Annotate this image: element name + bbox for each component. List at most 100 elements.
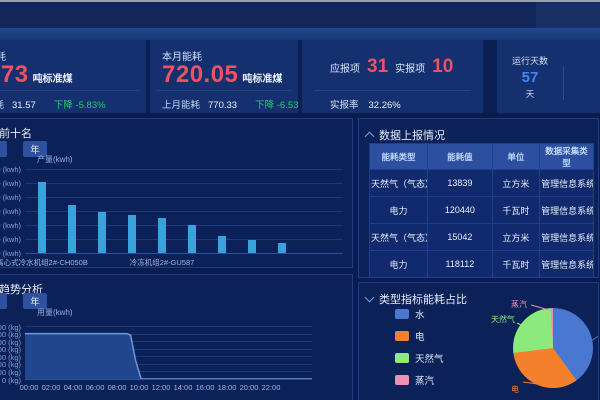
collapse-chevron-icon[interactable] [365,132,375,142]
today-energy-value: 29.73 [0,61,29,88]
table-cell: 118112 [428,251,493,278]
x-axis-label: 冷冻机组2#-GU587 [130,257,195,268]
legend-swatch [395,309,409,319]
trend-area-chart[interactable]: 0 (kg)1,000 (kg)2,000 (kg)3,000 (kg)4,00… [25,326,312,379]
month-trend: 下降 -6.53% [255,100,298,111]
month-energy-prev-row: 上月能耗 770.33 下降 -6.53% [162,97,298,111]
table-cell: 管理信息系统 [540,251,594,278]
legend-item-电[interactable]: 电 [395,329,444,343]
pie-callout-electric: 电 [511,384,519,395]
legend-swatch [395,353,409,363]
legend-swatch [395,375,409,385]
card-divider [0,90,140,91]
today-energy-unit: 吨标准煤 [33,74,73,85]
energy-rank-title: 能耗排名前十名 [0,125,32,141]
bar-9[interactable] [278,243,286,253]
legend-label: 水 [415,307,425,321]
running-days-value: 57 [522,69,539,86]
prev-day-value: 31.57 [12,100,36,111]
running-days-block: 运行天数 57 天 [497,40,563,113]
bar-3[interactable] [98,212,106,253]
stat-card-running-days: 运行天数 57 天 [497,40,600,113]
period-button-partial[interactable] [0,293,7,309]
y-axis-tick: 7,000 (kg) [0,323,21,332]
pie-legend: 水电天然气蒸汽 [395,307,444,387]
table-row[interactable]: 电力118112千瓦时管理信息系统 [370,251,594,278]
panel-energy-trend: 能耗趋势分析 年 用量(kwh) 0 (kg)1,000 (kg)2,000 (… [0,274,353,400]
card-divider [314,90,471,91]
gridline [25,183,343,184]
rank-bar-chart[interactable]: 0 (kwh)10,000 (kwh)20,000 (kwh)30,000 (k… [25,169,343,253]
y-axis-tick: 30,000 (kwh) [0,207,21,216]
table-row[interactable]: 电力120440千瓦时管理信息系统 [370,197,594,224]
legend-item-天然气[interactable]: 天然气 [395,351,444,365]
time-axis-label: 22:00 [262,383,281,392]
gridline [25,253,343,254]
panel-type-share: 类型指标能耗占比 水电天然气蒸汽 蒸汽 天然气 电 [358,282,599,400]
time-axis-label: 20:00 [240,383,259,392]
time-axis-label: 14:00 [174,383,193,392]
running-days-unit: 天 [526,88,535,100]
table-cell: 天然气（气态） [370,224,428,251]
table-row[interactable]: 天然气（气态）15042立方米管理信息系统 [370,224,594,251]
trend-area-svg [25,326,312,379]
table-cell: 天然气（气态） [370,170,428,197]
pie-chart[interactable] [513,308,593,388]
bar-7[interactable] [218,236,226,253]
today-trend: 下降 -5.83% [54,100,106,111]
legend-item-蒸汽[interactable]: 蒸汽 [395,373,444,387]
done-items-label: 实报项 [395,60,425,75]
dashboard-screen: 本日能耗 29.73吨标准煤 上日能耗31.57下降 -5.83% 本月能耗 7… [0,0,600,400]
period-button-partial[interactable] [0,141,7,157]
table-cell: 电力 [370,251,428,278]
panel-data-report: 数据上报情况 能耗类型能耗值单位数据采集类型天然气（气态）13839立方米管理信… [358,118,599,278]
due-items-label: 应报项 [330,60,360,75]
time-axis-label: 12:00 [152,383,171,392]
collapse-chevron-icon[interactable] [365,293,375,303]
table-cell: 15042 [428,224,493,251]
time-axis-label: 00:00 [20,383,39,392]
month-energy-value-row: 720.05吨标准煤 [162,61,282,89]
sub-header-band [0,28,600,40]
time-axis-label: 08:00 [108,383,127,392]
table-header-cell: 能耗值 [428,144,493,170]
bar-8[interactable] [248,240,256,253]
top-header-band [0,2,600,28]
legend-label: 蒸汽 [415,373,434,387]
legend-item-水[interactable]: 水 [395,307,444,321]
prev-month-value: 770.33 [208,100,237,111]
table-cell: 千瓦时 [492,197,539,224]
table-cell: 立方米 [492,170,539,197]
time-axis-label: 04:00 [64,383,83,392]
time-axis-label: 02:00 [42,383,61,392]
report-counts-row: 应报项 31 实报项 10 [330,56,453,78]
today-energy-prev-row: 上日能耗31.57下降 -5.83% [0,97,106,111]
done-items-value: 10 [432,56,453,78]
type-share-title: 类型指标能耗占比 [379,291,467,307]
report-rate-row: 实报率32.26% [330,97,401,111]
stats-row: 本日能耗 29.73吨标准煤 上日能耗31.57下降 -5.83% 本月能耗 7… [0,40,600,113]
table-header-row: 能耗类型能耗值单位数据采集类型 [370,144,594,170]
table-cell: 管理信息系统 [540,197,594,224]
pie-callout-gas: 天然气 [491,314,515,325]
bar-6[interactable] [188,225,196,253]
month-energy-value: 720.05 [162,61,238,88]
stat-card-report-items: 应报项 31 实报项 10 实报率32.26% [302,40,483,113]
table-row[interactable]: 天然气（气态）13839立方米管理信息系统 [370,170,594,197]
report-rate-label: 实报率 [330,100,359,111]
prev-month-label: 上月能耗 [162,100,200,111]
area-fill [25,334,312,379]
panel-energy-rank: 能耗排名前十名 年 产量(kwh) 0 (kwh)10,000 (kwh)20,… [0,118,353,268]
stat-card-today-energy: 本日能耗 29.73吨标准煤 上日能耗31.57下降 -5.83% [0,40,146,113]
bar-5[interactable] [158,218,166,253]
table-cell: 管理信息系统 [540,224,594,251]
bar-4[interactable] [128,215,136,254]
y-axis-tick: 60,000 (kwh) [0,165,21,174]
running-days-label: 运行天数 [512,54,548,67]
bar-1[interactable] [38,182,46,253]
y-axis-tick: 10,000 (kwh) [0,235,21,244]
y-axis-tick: 50,000 (kwh) [0,179,21,188]
bar-2[interactable] [68,205,76,253]
time-axis-label: 10:00 [130,383,149,392]
table-cell: 13839 [428,170,493,197]
